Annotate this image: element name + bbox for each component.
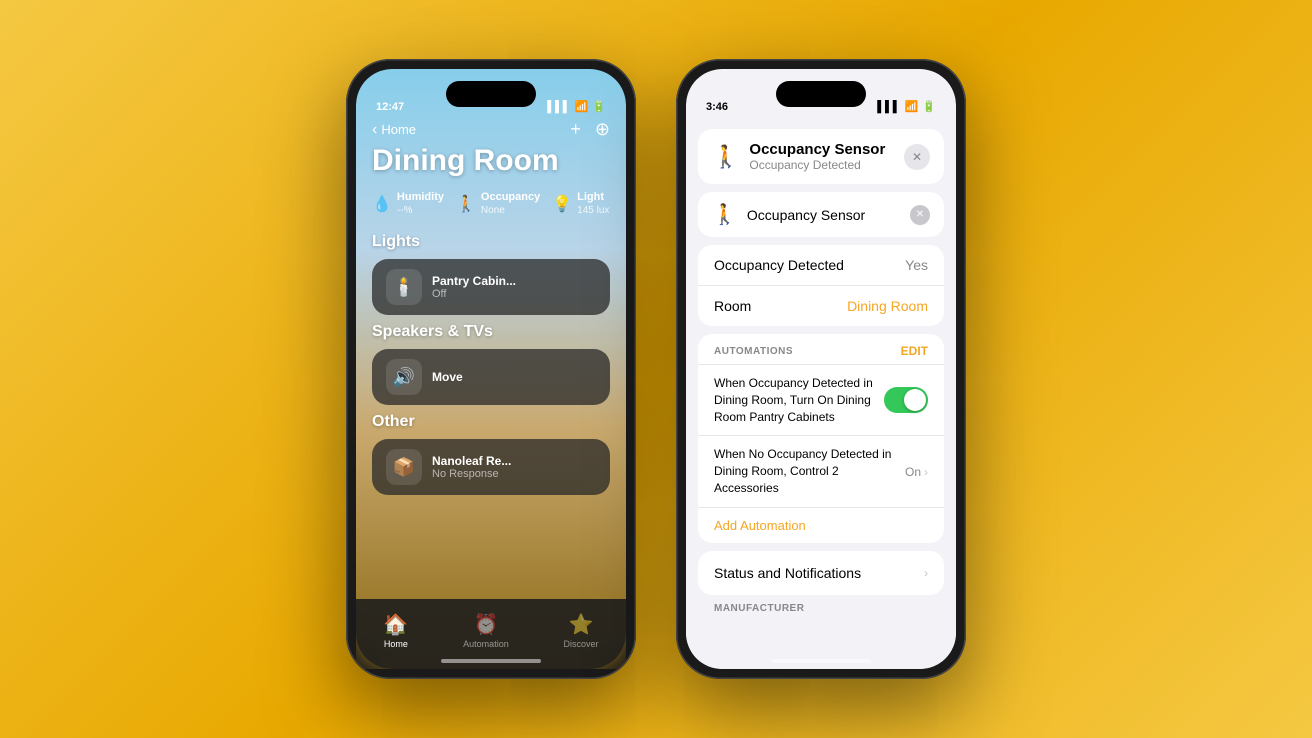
nanoleaf-tile[interactable]: 📦 Nanoleaf Re... No Response <box>372 439 610 495</box>
other-section-label: Other <box>372 413 610 431</box>
sensors-row: 💧 Humidity --% 🚶 Occupancy None 💡 <box>372 190 610 217</box>
humidity-label: Humidity <box>397 190 444 204</box>
phone1-content: ‹ Home + ⊕ Dining Room 💧 Humidity --% <box>356 119 626 669</box>
tab-automation[interactable]: ⏰ Automation <box>463 612 509 649</box>
header-card: 🚶 Occupancy Sensor Occupancy Detected ✕ <box>698 129 944 184</box>
automation-row-1[interactable]: When Occupancy Detected in Dining Room, … <box>698 364 944 435</box>
home-tab-label: Home <box>384 639 408 649</box>
room-row[interactable]: Room Dining Room <box>698 286 944 326</box>
sensor-card-icon: 🚶 <box>712 202 737 227</box>
tab-bar: 🏠 Home ⏰ Automation ⭐ Discover <box>356 599 626 669</box>
occupancy-icon: 🚶 <box>456 194 476 214</box>
time-2: 3:46 <box>706 101 728 113</box>
header-title: Occupancy Sensor <box>749 141 885 158</box>
pantry-icon: 🕯️ <box>386 269 422 305</box>
sensor-detail-card: 🚶 Occupancy Sensor ✕ <box>698 192 944 237</box>
detail-panel: 🚶 Occupancy Sensor Occupancy Detected ✕ … <box>686 119 956 669</box>
speakers-section-label: Speakers & TVs <box>372 323 610 341</box>
header-subtitle: Occupancy Detected <box>749 158 885 172</box>
home-indicator <box>441 659 541 663</box>
discover-tab-icon: ⭐ <box>569 612 594 637</box>
occupancy-detected-value: Yes <box>905 257 928 273</box>
occupancy-value: None <box>481 204 540 217</box>
status-icons-2: ▌▌▌ 📶 🔋 <box>877 100 936 113</box>
automation-on-chevron: On › <box>905 465 928 479</box>
back-nav: ‹ Home + ⊕ <box>372 119 610 140</box>
sensor-remove-button[interactable]: ✕ <box>910 205 930 225</box>
humidity-value: --% <box>397 204 444 217</box>
light-value: 145 lux <box>577 204 609 217</box>
phone1-screen: 12:47 ▌▌▌ 📶 🔋 ‹ Home + ⊕ Dining Room <box>356 69 626 669</box>
speaker-icon: 🔊 <box>386 359 422 395</box>
automation-tab-label: Automation <box>463 639 509 649</box>
back-chevron-icon: ‹ <box>372 121 377 139</box>
automation-row-2[interactable]: When No Occupancy Detected in Dining Roo… <box>698 435 944 506</box>
wifi-icon: 📶 <box>575 100 589 113</box>
home-tab-icon: 🏠 <box>383 612 408 637</box>
time-1: 12:47 <box>376 101 404 113</box>
status-notif-row[interactable]: Status and Notifications › <box>698 551 944 595</box>
automations-label: AUTOMATIONS <box>714 346 793 357</box>
tab-home[interactable]: 🏠 Home <box>383 612 408 649</box>
add-automation-button[interactable]: Add Automation <box>698 507 944 543</box>
sensor-light: 💡 Light 145 lux <box>552 190 609 217</box>
room-value: Dining Room <box>847 298 928 314</box>
phone-1: 12:47 ▌▌▌ 📶 🔋 ‹ Home + ⊕ Dining Room <box>346 59 636 679</box>
light-icon: 💡 <box>552 194 572 214</box>
manufacturer-label: MANUFACTURER <box>686 595 956 618</box>
header-sensor-icon: 🚶 <box>712 144 739 170</box>
humidity-icon: 💧 <box>372 194 392 214</box>
sensor-humidity: 💧 Humidity --% <box>372 190 444 217</box>
phone2-content: 🚶 Occupancy Sensor Occupancy Detected ✕ … <box>686 119 956 669</box>
signal-icon-2: ▌▌▌ <box>877 101 900 113</box>
battery-icon: 🔋 <box>592 100 606 113</box>
nanoleaf-icon: 📦 <box>386 449 422 485</box>
pantry-status: Off <box>432 288 516 300</box>
move-speaker-tile[interactable]: 🔊 Move <box>372 349 610 405</box>
close-button[interactable]: ✕ <box>904 144 930 170</box>
automation-tab-icon: ⏰ <box>473 612 498 637</box>
lights-section-label: Lights <box>372 233 610 251</box>
sensor-occupancy: 🚶 Occupancy None <box>456 190 540 217</box>
chevron-right-icon: › <box>924 465 928 479</box>
nav-icons: + ⊕ <box>570 119 610 140</box>
more-button[interactable]: ⊕ <box>595 119 610 140</box>
automations-section: AUTOMATIONS EDIT When Occupancy Detected… <box>698 334 944 543</box>
nanoleaf-status: No Response <box>432 468 511 480</box>
occupancy-detected-row: Occupancy Detected Yes <box>698 245 944 286</box>
occupancy-detected-label: Occupancy Detected <box>714 257 844 273</box>
status-notif-section: Status and Notifications › <box>698 551 944 595</box>
edit-button[interactable]: EDIT <box>901 344 928 358</box>
automation-toggle-1[interactable] <box>884 387 928 413</box>
move-name: Move <box>432 370 463 384</box>
room-title: Dining Room <box>372 144 610 178</box>
status-notif-label: Status and Notifications <box>714 565 861 581</box>
pantry-name: Pantry Cabin... <box>432 274 516 288</box>
status-icons-1: ▌▌▌ 📶 🔋 <box>547 100 606 113</box>
pantry-cabinets-tile[interactable]: 🕯️ Pantry Cabin... Off <box>372 259 610 315</box>
back-button[interactable]: ‹ Home <box>372 121 416 139</box>
tab-discover[interactable]: ⭐ Discover <box>564 612 599 649</box>
room-label: Room <box>714 298 751 314</box>
nanoleaf-name: Nanoleaf Re... <box>432 454 511 468</box>
phone2-screen: 3:46 ▌▌▌ 📶 🔋 🚶 Occupancy Sensor Occupanc… <box>686 69 956 669</box>
battery-icon-2: 🔋 <box>922 100 936 113</box>
home-indicator-2 <box>771 659 871 663</box>
back-label: Home <box>381 122 416 137</box>
sensor-card-name: Occupancy Sensor <box>747 207 900 223</box>
automation-text-2: When No Occupancy Detected in Dining Roo… <box>714 446 897 496</box>
wifi-icon-2: 📶 <box>905 100 919 113</box>
dynamic-island-1 <box>446 81 536 107</box>
on-label: On <box>905 465 921 479</box>
info-section: Occupancy Detected Yes Room Dining Room <box>698 245 944 326</box>
discover-tab-label: Discover <box>564 639 599 649</box>
light-label: Light <box>577 190 609 204</box>
occupancy-label: Occupancy <box>481 190 540 204</box>
phone-2: 3:46 ▌▌▌ 📶 🔋 🚶 Occupancy Sensor Occupanc… <box>676 59 966 679</box>
status-notif-chevron-icon: › <box>924 566 928 580</box>
signal-icon: ▌▌▌ <box>547 101 570 113</box>
dynamic-island-2 <box>776 81 866 107</box>
add-button[interactable]: + <box>570 119 581 140</box>
automation-text-1: When Occupancy Detected in Dining Room, … <box>714 375 876 425</box>
